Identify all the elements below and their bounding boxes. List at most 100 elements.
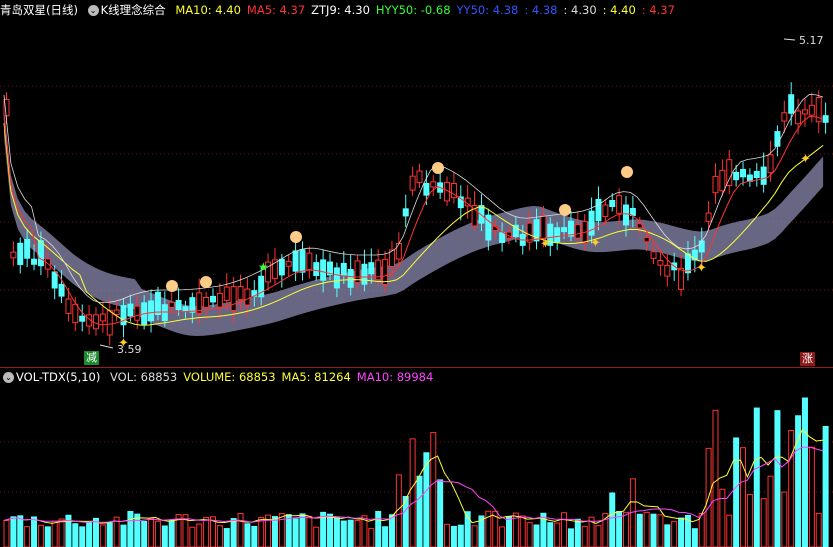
candlestick-chart[interactable]: ✦✦ ✦✦✦★: [0, 18, 833, 368]
volume-bar: [168, 519, 175, 547]
volume-bar: [657, 514, 664, 547]
volume-bar: [526, 522, 533, 547]
candle-down: [561, 227, 568, 233]
volume-bar: [574, 518, 581, 547]
volume-bar: [450, 525, 457, 547]
bell-icon: [559, 204, 571, 216]
volume-bar: [313, 526, 320, 547]
candle-down: [595, 198, 602, 222]
candle-up: [719, 169, 726, 192]
candle-down: [154, 291, 161, 315]
candle-down: [554, 227, 561, 243]
volume-bar: [299, 513, 306, 547]
candle-up: [113, 309, 120, 316]
candle-up: [306, 252, 313, 271]
volume-bar: [691, 528, 698, 547]
volume-bar: [278, 513, 285, 547]
volume-bar: [595, 525, 602, 547]
volume-chart[interactable]: [0, 387, 833, 547]
candle-up: [643, 236, 650, 243]
high-arrow: [783, 38, 796, 41]
candle-up: [726, 159, 733, 187]
volume-bar: [106, 522, 113, 547]
candle-down: [182, 306, 189, 312]
candle-down: [333, 267, 340, 289]
volume-bar: [581, 525, 588, 547]
candle-up: [664, 264, 671, 277]
volume-bar: [31, 516, 38, 547]
candle-up: [705, 212, 712, 223]
volume-bar: [505, 516, 512, 547]
candle-down: [17, 242, 24, 265]
candle-down: [368, 262, 375, 275]
butterfly-icon: ✦: [590, 235, 601, 250]
volume-bar: [650, 513, 657, 547]
volume-bar: [808, 446, 815, 547]
volume-bar: [781, 491, 788, 547]
volume-bar: [561, 512, 568, 547]
volume-bar: [567, 528, 574, 547]
butterfly-icon: ✦: [696, 260, 707, 275]
volume-bar: [86, 521, 93, 547]
butterfly-icon: ✦: [800, 151, 811, 166]
stock-name[interactable]: 青岛双星: [0, 3, 46, 17]
candle-down: [402, 208, 409, 217]
value-item: ZTJ9: 4.30: [311, 3, 370, 17]
candle-up: [795, 110, 802, 125]
candle-down: [210, 295, 216, 303]
candles: [3, 82, 829, 346]
candle-up: [650, 251, 657, 259]
volume-bar: [519, 515, 526, 547]
candle-down: [24, 238, 31, 259]
volume-bar: [134, 513, 141, 547]
candle-up: [134, 305, 141, 321]
candle-up: [395, 242, 402, 260]
low-price-label: 3.59: [117, 343, 142, 356]
indicator-dropdown-icon[interactable]: ⌄: [87, 5, 99, 16]
volume-bar: [327, 513, 334, 547]
volume-bar: [409, 438, 416, 547]
volume-bar: [678, 517, 685, 547]
bell-icon: [200, 276, 212, 288]
volume-bar: [547, 522, 554, 547]
bell-icon: [290, 231, 302, 243]
candle-up: [712, 175, 719, 194]
candle-up: [92, 314, 99, 330]
volume-bar: [237, 512, 244, 547]
volume-bar: [416, 475, 423, 547]
volume-bar: [712, 409, 719, 547]
volume-bar: [623, 511, 629, 547]
volume-bar: [154, 520, 161, 547]
volume-bar: [554, 522, 561, 547]
volume-bar: [189, 526, 196, 547]
candle-down: [278, 258, 285, 276]
indicator-name[interactable]: K线理念综合: [101, 3, 166, 17]
volume-dropdown-icon[interactable]: ⌄: [3, 372, 14, 383]
candle-down: [788, 94, 795, 114]
candle-up: [223, 286, 230, 301]
volume-bar: [251, 525, 258, 547]
low-arrow: [99, 344, 114, 349]
volume-bar: [148, 518, 155, 547]
candle-up: [678, 267, 685, 290]
candle-up: [65, 298, 72, 314]
value-item: MA5: 81264: [281, 370, 351, 384]
volume-header: ⌄ VOL-TDX(5,10) VOL: 68853 VOLUME: 68853 MA…: [0, 368, 445, 386]
volume-bar: [753, 407, 760, 547]
bell-icon: [166, 280, 178, 292]
rise-badge: 涨: [800, 352, 815, 366]
value-item: : 4.37: [641, 3, 675, 17]
candle-up: [801, 109, 808, 115]
volume-bar: [388, 514, 395, 547]
candle-down: [753, 170, 760, 179]
value-item: MA5: 4.37: [246, 3, 306, 17]
volume-bar: [51, 520, 58, 547]
candle-down: [698, 240, 705, 253]
value-item: YY50: 4.38: [456, 3, 519, 17]
candle-down: [609, 200, 616, 207]
chart-period[interactable]: (日线): [46, 3, 78, 17]
volume-bar: [815, 512, 822, 547]
candle-up: [409, 175, 416, 191]
value-item: VOL: 68853: [110, 370, 178, 384]
volume-indicator-name[interactable]: VOL-TDX(5,10): [16, 370, 100, 384]
